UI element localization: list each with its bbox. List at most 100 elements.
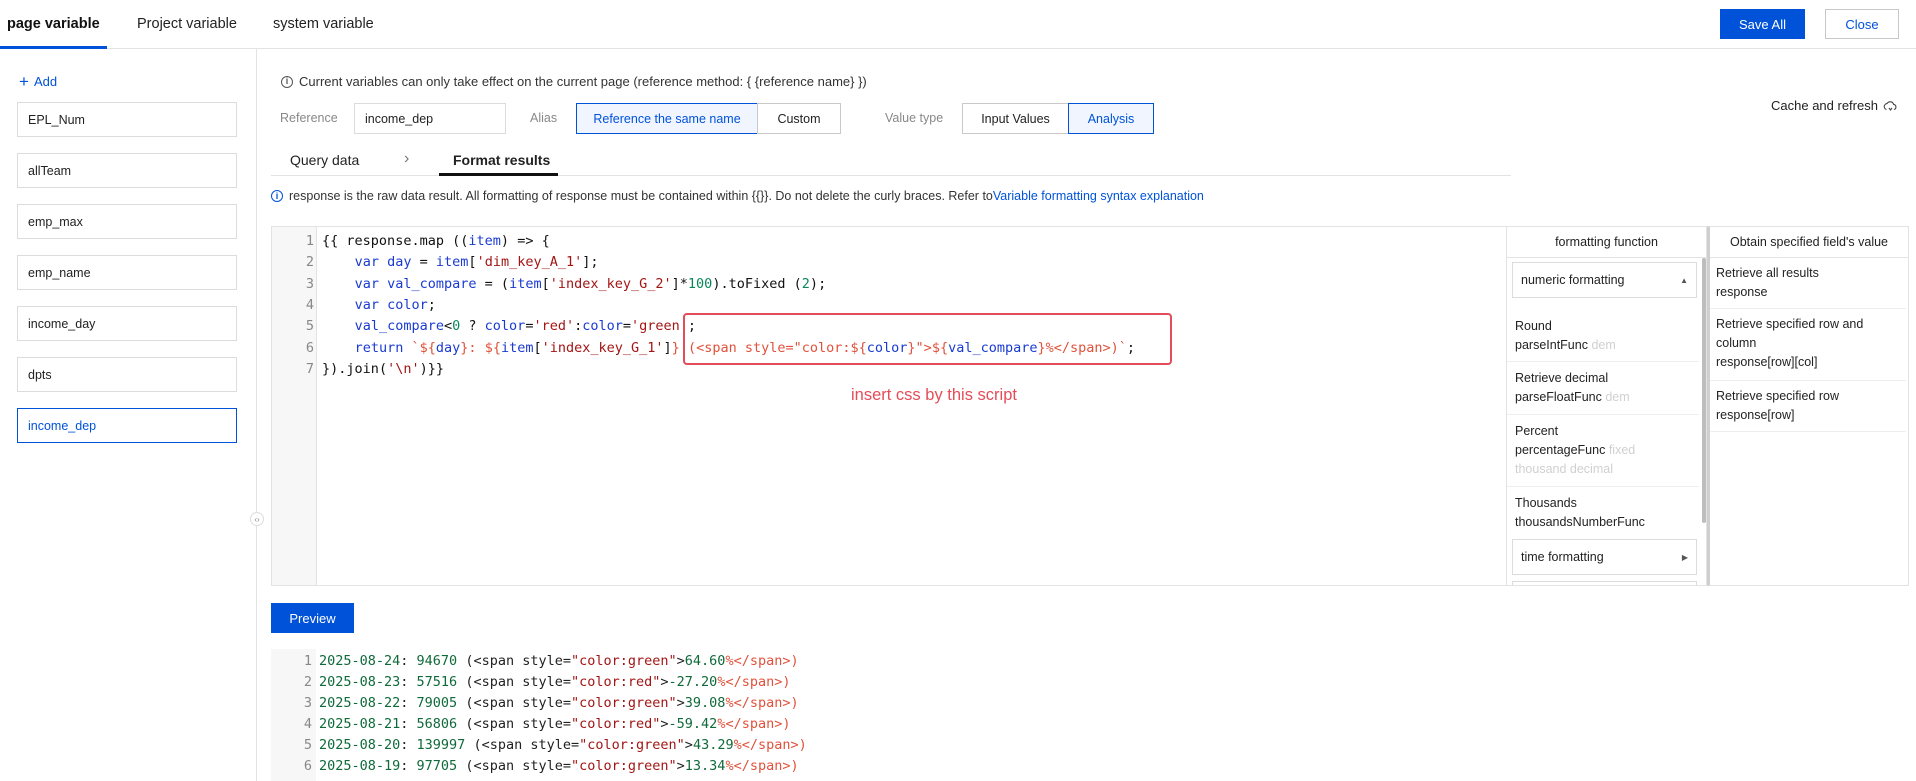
- line-number: 1: [305, 233, 314, 249]
- chevron-right-icon: ›: [404, 150, 410, 167]
- caret-up-icon: ▲: [1680, 275, 1688, 285]
- format-func-hint: thousand decimal: [1515, 462, 1613, 476]
- line-number: 6: [305, 339, 314, 356]
- formatting-function-panel: formatting function numeric formatting ▲…: [1507, 226, 1707, 586]
- preview-output: 1 2025-08-24: 94670 (<span style="color:g…: [271, 649, 1911, 781]
- collapse-sidebar-handle[interactable]: ‹›: [250, 512, 264, 526]
- output-line: 2 2025-08-23: 57516 (<span style="color:r…: [271, 672, 791, 693]
- line-number: 1: [303, 653, 312, 669]
- syntax-explanation-link[interactable]: Variable formatting syntax explanation: [993, 189, 1204, 203]
- variable-item[interactable]: allTeam: [17, 153, 237, 188]
- field-option-title: Retrieve specified row and column: [1716, 317, 1864, 350]
- tab-format-results[interactable]: Format results: [453, 152, 550, 168]
- variable-item[interactable]: dpts: [17, 357, 237, 392]
- field-option-code: response[row][col]: [1716, 355, 1818, 369]
- sub-tab-bar: [271, 0, 1511, 176]
- line-number: 6: [303, 758, 312, 774]
- formatting-panel-scrollbar[interactable]: [1702, 258, 1706, 523]
- caret-right-icon: ▶: [1681, 552, 1688, 562]
- variable-item[interactable]: income_day: [17, 306, 237, 341]
- formatting-function-header: formatting function: [1507, 227, 1706, 258]
- cloud-refresh-icon: [1883, 100, 1897, 111]
- output-line: 6 2025-08-19: 97705 (<span style="color:g…: [271, 756, 799, 777]
- output-line: 1 2025-08-24: 94670 (<span style="color:g…: [271, 651, 799, 672]
- format-func-decimal[interactable]: Retrieve decimal parseFloatFunc dem: [1507, 362, 1699, 415]
- variable-item[interactable]: emp_max: [17, 204, 237, 239]
- field-option-code: response[row]: [1716, 408, 1795, 422]
- variable-item[interactable]: EPL_Num: [17, 102, 237, 137]
- cache-refresh-label: Cache and refresh: [1771, 98, 1878, 113]
- format-func-round[interactable]: Round parseIntFunc dem: [1507, 310, 1699, 362]
- output-line: 3 2025-08-22: 79005 (<span style="color:g…: [271, 693, 799, 714]
- line-number: 4: [305, 296, 314, 313]
- variable-item[interactable]: emp_name: [17, 255, 237, 290]
- close-button[interactable]: Close: [1825, 9, 1899, 39]
- response-note-text: response is the raw data result. All for…: [289, 189, 993, 203]
- code-line[interactable]: 5 val_compare<0 ? color='red':color='gre…: [272, 316, 1502, 337]
- field-value-panel: Obtain specified field's value Retrieve …: [1707, 226, 1909, 586]
- format-func-thousands[interactable]: Thousands thousandsNumberFunc: [1507, 487, 1699, 539]
- variable-sidebar: + Add EPL_Num allTeam emp_max emp_name i…: [0, 49, 257, 781]
- collapsed-dropdown-edge: [1512, 581, 1697, 585]
- numeric-formatting-dropdown[interactable]: numeric formatting ▲: [1512, 262, 1697, 298]
- add-variable-button[interactable]: + Add: [19, 72, 58, 91]
- code-line[interactable]: 6 return `${day}: ${item['index_key_G_1'…: [272, 338, 1502, 359]
- field-option-all-results[interactable]: Retrieve all results response: [1710, 258, 1906, 309]
- line-number: 2: [305, 254, 314, 271]
- dropdown-label: numeric formatting: [1521, 273, 1625, 287]
- preview-button[interactable]: Preview: [271, 603, 354, 633]
- code-text: {{ response.map ((item) => {: [322, 233, 550, 249]
- info-icon: i: [271, 190, 283, 202]
- format-func-hint: dem: [1591, 338, 1616, 352]
- format-func-hint: dem: [1605, 390, 1630, 404]
- tab-project-variable[interactable]: Project variable: [137, 16, 237, 32]
- callout-annotation: insert css by this script: [851, 386, 1017, 404]
- line-number: 4: [303, 716, 312, 732]
- format-func-hint: fixed: [1608, 443, 1636, 457]
- format-func-name: thousandsNumberFunc: [1515, 515, 1645, 529]
- field-option-row-col[interactable]: Retrieve specified row and column respon…: [1710, 309, 1906, 381]
- add-label: Add: [33, 74, 58, 89]
- format-func-name: percentageFunc: [1515, 443, 1606, 457]
- code-editor[interactable]: 1 {{ response.map ((item) => { 2 var day =…: [271, 226, 1507, 586]
- field-option-title: Retrieve all results: [1716, 266, 1819, 280]
- code-text: return `${day}: ${item['index_key_G_1']}…: [354, 339, 1136, 356]
- output-line: 5 2025-08-20: 139997 (<span style="color:…: [271, 735, 807, 756]
- format-func-title: Percent: [1515, 424, 1559, 438]
- dropdown-label: time formatting: [1521, 550, 1604, 564]
- code-text: var val_compare = (item['index_key_G_2']…: [354, 275, 827, 292]
- plus-icon: +: [19, 72, 29, 91]
- code-line[interactable]: 1 {{ response.map ((item) => {: [272, 231, 1502, 252]
- code-text: var color;: [354, 296, 436, 313]
- save-all-button[interactable]: Save All: [1720, 9, 1805, 39]
- format-func-name: parseFloatFunc: [1515, 390, 1602, 404]
- line-number: 2: [303, 674, 312, 690]
- tab-query-data[interactable]: Query data: [290, 152, 359, 168]
- output-text: 2025-08-19: 97705 (<span style="color:gr…: [319, 758, 799, 774]
- line-number: 3: [303, 695, 312, 711]
- output-text: 2025-08-20: 139997 (<span style="color:g…: [319, 737, 807, 753]
- line-number: 5: [305, 318, 314, 335]
- time-formatting-dropdown[interactable]: time formatting ▶: [1512, 539, 1697, 575]
- output-text: 2025-08-22: 79005 (<span style="color:gr…: [319, 695, 799, 711]
- field-option-code: response: [1716, 285, 1768, 299]
- tab-page-variable[interactable]: page variable: [7, 16, 100, 32]
- format-func-title: Thousands: [1515, 496, 1577, 510]
- format-func-percent[interactable]: Percent percentageFunc fixed thousand de…: [1507, 415, 1699, 487]
- code-text: val_compare<0 ? color='red':color='green…: [354, 318, 697, 335]
- variable-item-selected[interactable]: income_dep: [17, 408, 237, 443]
- code-line[interactable]: 2 var day = item['dim_key_A_1'];: [272, 252, 1502, 273]
- output-text: 2025-08-24: 94670 (<span style="color:gr…: [319, 653, 799, 669]
- code-line[interactable]: 4 var color;: [272, 295, 1502, 316]
- line-number: 5: [303, 737, 312, 753]
- format-func-title: Round: [1515, 319, 1552, 333]
- code-line[interactable]: 3 var val_compare = (item['index_key_G_2…: [272, 274, 1502, 295]
- sub-tab-active-underline: [439, 173, 558, 176]
- field-option-row[interactable]: Retrieve specified row response[row]: [1710, 381, 1906, 432]
- output-line: 4 2025-08-21: 56806 (<span style="color:r…: [271, 714, 791, 735]
- line-number: 3: [305, 275, 314, 292]
- cache-and-refresh-button[interactable]: Cache and refresh: [1771, 98, 1897, 113]
- format-func-name: parseIntFunc: [1515, 338, 1588, 352]
- code-line[interactable]: 7}).join('\n')}}: [272, 359, 1502, 380]
- format-func-title: Retrieve decimal: [1515, 371, 1609, 385]
